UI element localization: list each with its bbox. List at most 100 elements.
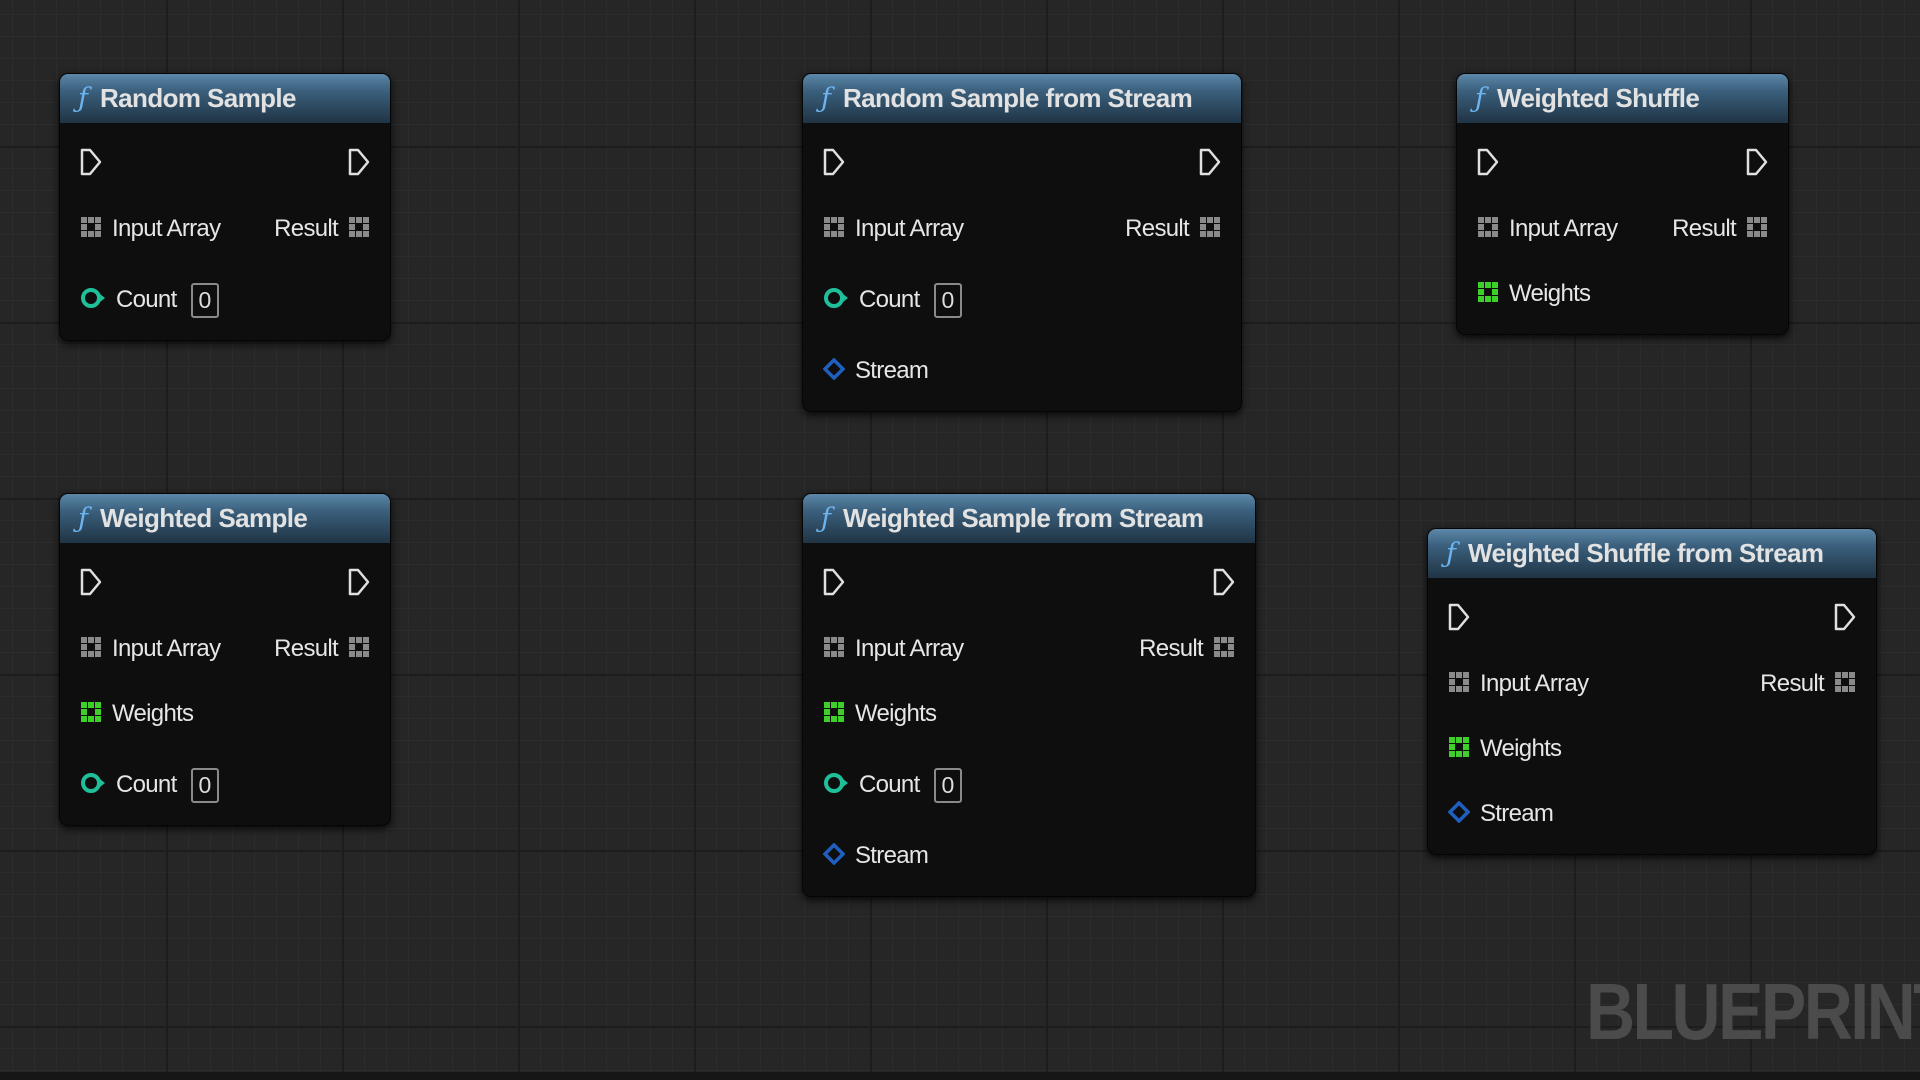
stream-row: Stream [822, 836, 1235, 876]
weights-row: Weights [1477, 274, 1768, 314]
node-header[interactable]: ƒ Weighted Sample from Stream [803, 494, 1255, 543]
result-pin-icon[interactable] [348, 636, 370, 663]
array-row: Input Array Result [80, 629, 370, 669]
pin-label: Input Array [112, 215, 221, 242]
array-pin-icon[interactable] [823, 216, 845, 243]
pin-label: Input Array [855, 215, 964, 242]
node-title: Weighted Sample [100, 503, 308, 533]
pin-label: Input Array [855, 635, 964, 662]
exec-in-pin-icon[interactable] [823, 567, 845, 602]
count-row: Count 0 [80, 765, 370, 805]
function-icon: ƒ [1475, 83, 1485, 114]
array-row: Input Array Result [823, 629, 1235, 669]
node-header[interactable]: ƒ Random Sample [60, 74, 390, 123]
result-pin-icon[interactable] [1746, 216, 1768, 243]
weights-pin-icon[interactable] [1448, 736, 1470, 763]
array-pin-icon[interactable] [1477, 216, 1499, 243]
result-pin-icon[interactable] [1199, 216, 1221, 243]
pin-label: Stream [855, 842, 929, 869]
exec-out-pin-icon[interactable] [1746, 147, 1768, 182]
pin-label: Count [859, 286, 920, 313]
node-header[interactable]: ƒ Weighted Sample [60, 494, 390, 543]
result-label: Result [274, 215, 339, 242]
count-input[interactable]: 0 [190, 282, 220, 318]
result-pin-icon[interactable] [1213, 636, 1235, 663]
weights-pin-icon[interactable] [1477, 281, 1499, 308]
stream-row: Stream [1447, 794, 1856, 834]
weights-pin-icon[interactable] [823, 701, 845, 728]
pin-label: Stream [1480, 800, 1554, 827]
weights-pin-icon[interactable] [80, 701, 102, 728]
count-input[interactable]: 0 [190, 767, 220, 803]
exec-row [80, 564, 370, 604]
count-pin-icon[interactable] [823, 286, 849, 315]
result-label: Result [1672, 215, 1737, 242]
pin-label: Input Array [112, 635, 221, 662]
weights-row: Weights [80, 694, 370, 734]
node-title: Random Sample from Stream [843, 83, 1193, 113]
weights-row: Weights [1448, 729, 1856, 769]
node-title: Weighted Sample from Stream [843, 503, 1204, 533]
node-weighted-shuffle[interactable]: ƒ Weighted Shuffle Input Array Result Weig… [1456, 73, 1789, 335]
array-pin-icon[interactable] [823, 636, 845, 663]
count-pin-icon[interactable] [823, 771, 849, 800]
function-icon: ƒ [821, 503, 831, 534]
node-random-sample-from-stream[interactable]: ƒ Random Sample from Stream Input Array Re… [802, 73, 1242, 412]
pin-label: Count [116, 771, 177, 798]
exec-row [1448, 599, 1856, 639]
node-weighted-sample[interactable]: ƒ Weighted Sample Input Array Result Weigh… [59, 493, 391, 826]
stream-row: Stream [822, 351, 1221, 391]
function-icon: ƒ [1446, 538, 1456, 569]
count-pin-icon[interactable] [80, 286, 106, 315]
array-pin-icon[interactable] [1448, 671, 1470, 698]
node-weighted-shuffle-from-stream[interactable]: ƒ Weighted Shuffle from Stream Input Arra… [1427, 528, 1877, 855]
count-input[interactable]: 0 [933, 282, 963, 318]
blueprint-watermark: BLUEPRINT [1586, 967, 1920, 1056]
node-header[interactable]: ƒ Weighted Shuffle [1457, 74, 1788, 123]
function-icon: ƒ [78, 503, 88, 534]
exec-row [80, 144, 370, 184]
array-pin-icon[interactable] [80, 636, 102, 663]
exec-row [823, 144, 1221, 184]
exec-in-pin-icon[interactable] [1448, 602, 1470, 637]
pin-label: Weights [112, 700, 194, 727]
result-pin-icon[interactable] [348, 216, 370, 243]
weights-row: Weights [823, 694, 1235, 734]
node-header[interactable]: ƒ Weighted Shuffle from Stream [1428, 529, 1876, 578]
exec-in-pin-icon[interactable] [80, 147, 102, 182]
result-label: Result [274, 635, 339, 662]
array-pin-icon[interactable] [80, 216, 102, 243]
array-row: Input Array Result [1448, 664, 1856, 704]
exec-out-pin-icon[interactable] [1199, 147, 1221, 182]
count-row: Count 0 [823, 765, 1235, 805]
exec-out-pin-icon[interactable] [1213, 567, 1235, 602]
pin-label: Stream [855, 357, 929, 384]
exec-in-pin-icon[interactable] [80, 567, 102, 602]
pin-label: Input Array [1509, 215, 1618, 242]
stream-pin-icon[interactable] [822, 357, 846, 385]
node-title: Weighted Shuffle from Stream [1468, 538, 1824, 568]
array-row: Input Array Result [80, 209, 370, 249]
exec-out-pin-icon[interactable] [348, 567, 370, 602]
pin-label: Weights [1480, 735, 1562, 762]
pin-label: Input Array [1480, 670, 1589, 697]
array-row: Input Array Result [823, 209, 1221, 249]
stream-pin-icon[interactable] [1447, 800, 1471, 828]
pin-label: Count [859, 771, 920, 798]
pin-label: Count [116, 286, 177, 313]
exec-out-pin-icon[interactable] [348, 147, 370, 182]
node-weighted-sample-from-stream[interactable]: ƒ Weighted Sample from Stream Input Array… [802, 493, 1256, 897]
exec-out-pin-icon[interactable] [1834, 602, 1856, 637]
exec-in-pin-icon[interactable] [1477, 147, 1499, 182]
count-input[interactable]: 0 [933, 767, 963, 803]
node-random-sample[interactable]: ƒ Random Sample Input Array Result Count 0 [59, 73, 391, 341]
stream-pin-icon[interactable] [822, 842, 846, 870]
node-header[interactable]: ƒ Random Sample from Stream [803, 74, 1241, 123]
exec-in-pin-icon[interactable] [823, 147, 845, 182]
array-row: Input Array Result [1477, 209, 1768, 249]
count-pin-icon[interactable] [80, 771, 106, 800]
function-icon: ƒ [78, 83, 88, 114]
pin-label: Weights [1509, 280, 1591, 307]
count-row: Count 0 [823, 280, 1221, 320]
result-pin-icon[interactable] [1834, 671, 1856, 698]
